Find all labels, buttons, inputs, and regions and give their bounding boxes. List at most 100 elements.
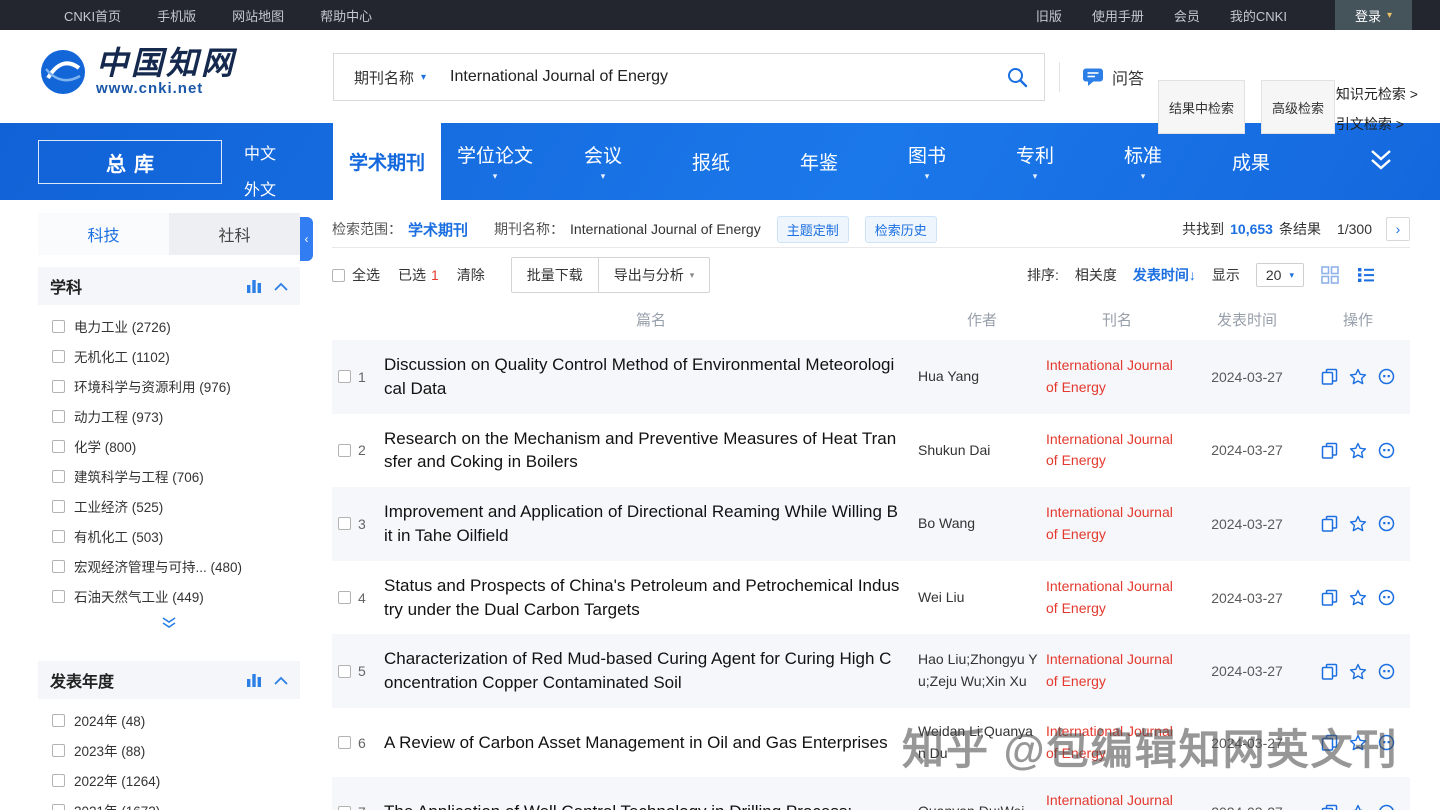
favorite-button[interactable]: [1349, 589, 1367, 606]
article-authors[interactable]: Quanyan Du;Wei: [918, 801, 1046, 810]
nav-more-button[interactable]: [1366, 147, 1396, 178]
row-checkbox[interactable]: [338, 517, 351, 531]
header-link[interactable]: 知识元检索 >: [1336, 84, 1418, 104]
checkbox[interactable]: [52, 559, 65, 573]
nav-tab[interactable]: 年鉴: [765, 123, 873, 200]
lang-chinese[interactable]: 中文: [244, 140, 276, 164]
filter-item[interactable]: 有机化工 (503): [38, 521, 300, 551]
article-title-link[interactable]: Research on the Mechanism and Preventive…: [384, 429, 896, 472]
scope-value[interactable]: 学术期刊: [408, 219, 468, 240]
cite-button[interactable]: [1378, 804, 1395, 810]
cnki-logo[interactable]: 中国知网 www.cnki.net: [40, 45, 236, 98]
checkbox[interactable]: [52, 379, 65, 393]
sort-relevance-button[interactable]: 相关度: [1075, 265, 1117, 285]
journal-link[interactable]: International Journal of Energy: [1046, 504, 1173, 542]
qa-button[interactable]: 问答: [1059, 62, 1166, 92]
article-title-link[interactable]: The Application of Well Control Technolo…: [384, 802, 852, 810]
select-all-checkbox[interactable]: [332, 268, 345, 282]
checkbox[interactable]: [52, 589, 65, 603]
row-checkbox[interactable]: [338, 805, 351, 810]
filter-item[interactable]: 宏观经济管理与可持... (480): [38, 551, 300, 581]
topbar-link[interactable]: 手机版: [157, 6, 196, 25]
search-button[interactable]: [990, 54, 1044, 100]
filter-item[interactable]: 2021年 (1672): [38, 795, 300, 810]
clear-selection-button[interactable]: 清除: [457, 265, 485, 285]
nav-tab[interactable]: 图书 ▾: [873, 123, 981, 200]
zongku-button[interactable]: 总库: [38, 140, 222, 184]
article-title-link[interactable]: Discussion on Quality Control Method of …: [384, 355, 894, 398]
topbar-link[interactable]: 帮助中心: [320, 6, 372, 25]
list-view-button[interactable]: [1356, 265, 1376, 285]
search-in-results-button[interactable]: 结果中检索: [1158, 80, 1246, 134]
search-field-select[interactable]: 期刊名称 ▾: [334, 67, 442, 88]
checkbox[interactable]: [52, 319, 65, 333]
cite-button[interactable]: [1378, 368, 1395, 385]
article-title-link[interactable]: A Review of Carbon Asset Management in O…: [384, 733, 888, 752]
cite-button[interactable]: [1378, 589, 1395, 606]
read-online-button[interactable]: [1321, 734, 1338, 751]
chevron-up-icon[interactable]: [274, 676, 288, 685]
article-authors[interactable]: Hao Liu;Zhongyu Yu;Zeju Wu;Xin Xu: [918, 649, 1046, 692]
read-online-button[interactable]: [1321, 442, 1338, 459]
read-online-button[interactable]: [1321, 663, 1338, 680]
page-size-select[interactable]: 20 ▾: [1255, 263, 1304, 287]
search-history-button[interactable]: 检索历史: [864, 215, 937, 243]
topbar-link[interactable]: 会员: [1174, 6, 1200, 25]
batch-download-button[interactable]: 批量下载: [512, 258, 598, 292]
grid-view-button[interactable]: [1320, 265, 1340, 285]
article-authors[interactable]: Shukun Dai: [918, 440, 1046, 462]
read-online-button[interactable]: [1321, 589, 1338, 606]
filter-item[interactable]: 环境科学与资源利用 (976): [38, 371, 300, 401]
filter-item[interactable]: 化学 (800): [38, 431, 300, 461]
select-all-label[interactable]: 全选: [352, 265, 380, 285]
filter-item[interactable]: 石油天然气工业 (449): [38, 581, 300, 611]
read-online-button[interactable]: [1321, 515, 1338, 533]
subject-expand-button[interactable]: [38, 613, 300, 637]
sidebar-tab-social[interactable]: 社科: [169, 213, 300, 255]
article-authors[interactable]: Bo Wang: [918, 513, 1046, 535]
row-checkbox[interactable]: [338, 443, 351, 457]
cite-button[interactable]: [1378, 663, 1395, 680]
journal-link[interactable]: International Journal of Energy: [1046, 792, 1173, 810]
sidebar-tab-tech[interactable]: 科技: [38, 213, 169, 255]
read-online-button[interactable]: [1321, 368, 1338, 386]
filter-item[interactable]: 无机化工 (1102): [38, 341, 300, 371]
filter-item[interactable]: 电力工业 (2726): [38, 311, 300, 341]
lang-foreign[interactable]: 外文: [244, 176, 276, 200]
row-checkbox[interactable]: [338, 591, 351, 605]
filter-item[interactable]: 2022年 (1264): [38, 765, 300, 795]
export-analyze-button[interactable]: 导出与分析 ▾: [597, 258, 710, 292]
checkbox[interactable]: [52, 349, 65, 363]
row-checkbox[interactable]: [338, 736, 351, 750]
journal-link[interactable]: International Journal of Energy: [1046, 723, 1173, 761]
filter-item[interactable]: 2023年 (88): [38, 735, 300, 765]
sidebar-collapse-button[interactable]: ‹: [300, 217, 313, 261]
filter-item[interactable]: 建筑科学与工程 (706): [38, 461, 300, 491]
topbar-link[interactable]: 使用手册: [1092, 6, 1144, 25]
journal-link[interactable]: International Journal of Energy: [1046, 357, 1173, 395]
histogram-icon[interactable]: [246, 279, 262, 293]
nav-tab[interactable]: 报纸: [657, 123, 765, 200]
topbar-link[interactable]: CNKI首页: [64, 6, 121, 25]
nav-tab[interactable]: 学位论文 ▾: [441, 123, 549, 200]
advanced-search-button[interactable]: 高级检索: [1261, 80, 1336, 134]
checkbox[interactable]: [52, 499, 65, 513]
journal-link[interactable]: International Journal of Energy: [1046, 431, 1173, 469]
favorite-button[interactable]: [1349, 368, 1367, 385]
nav-tab[interactable]: 标准 ▾: [1089, 123, 1197, 200]
checkbox[interactable]: [52, 469, 65, 483]
filter-item[interactable]: 动力工程 (973): [38, 401, 300, 431]
checkbox[interactable]: [52, 803, 65, 810]
article-title-link[interactable]: Status and Prospects of China's Petroleu…: [384, 576, 899, 619]
checkbox[interactable]: [52, 713, 65, 727]
article-authors[interactable]: Wei Liu: [918, 587, 1046, 609]
filter-item[interactable]: 2024年 (48): [38, 705, 300, 735]
topic-subscribe-button[interactable]: 主题定制: [776, 215, 849, 243]
login-button[interactable]: 登录 ▾: [1334, 0, 1412, 30]
checkbox[interactable]: [52, 743, 65, 757]
checkbox[interactable]: [52, 529, 65, 543]
row-checkbox[interactable]: [338, 370, 351, 384]
journal-link[interactable]: International Journal of Energy: [1046, 578, 1173, 616]
favorite-button[interactable]: [1349, 804, 1367, 810]
nav-tab[interactable]: 专利 ▾: [981, 123, 1089, 200]
